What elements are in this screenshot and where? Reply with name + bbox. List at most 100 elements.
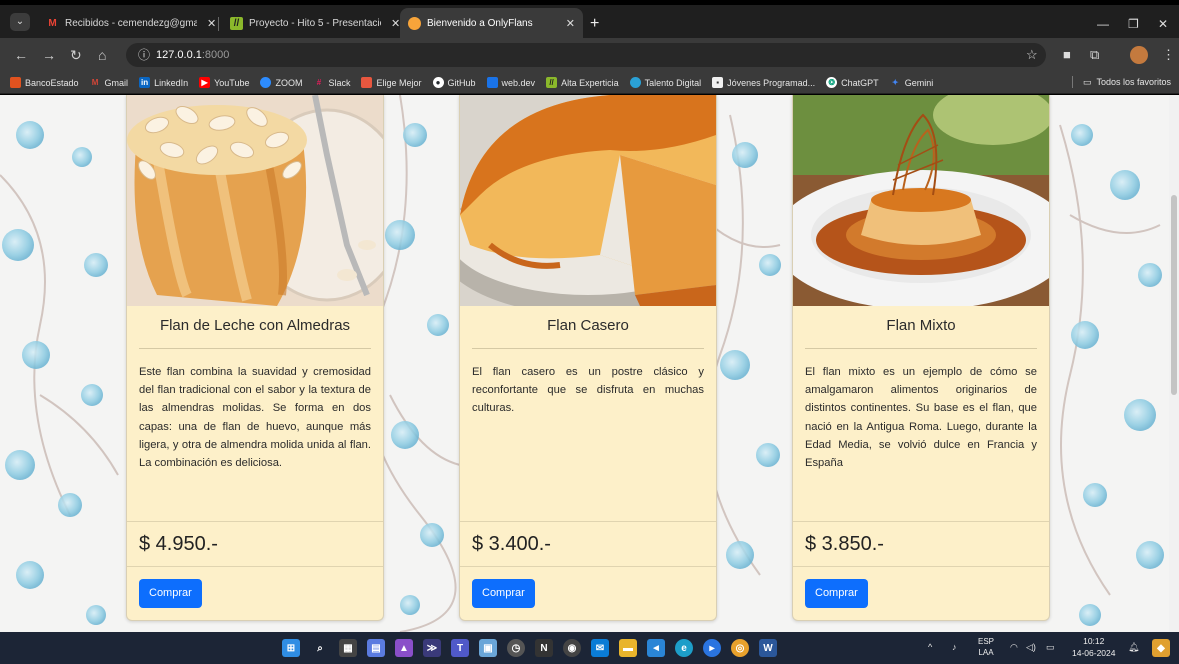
bookmark-slack[interactable]: # Slack	[313, 77, 351, 88]
product-card: Flan Casero El flan casero es un postre …	[459, 95, 717, 621]
zoom-app-icon[interactable]: ▸	[703, 639, 721, 657]
teams-icon[interactable]: T	[451, 639, 469, 657]
bookmark-bancoestado[interactable]: BancoEstado	[10, 77, 79, 88]
product-price: $ 3.400.-	[472, 533, 551, 555]
bookmark-github[interactable]: ● GitHub	[432, 77, 476, 88]
all-favorites-label: Todos los favoritos	[1096, 77, 1171, 87]
mixed-flan-photo	[793, 95, 1049, 306]
notification-bell-icon[interactable]: 🔔︎	[1128, 642, 1139, 653]
buy-button[interactable]: Comprar	[139, 579, 202, 608]
bookmark-label: Talento Digital	[644, 77, 702, 88]
terminal-icon[interactable]: ≫	[423, 639, 441, 657]
bookmark-gmail[interactable]: M Gmail	[90, 77, 129, 88]
windows-start-icon[interactable]: ⊞	[282, 639, 300, 657]
url-host: 127.0.0.1	[156, 49, 202, 61]
divider	[793, 521, 1049, 522]
homemade-flan-photo	[460, 95, 716, 306]
bookmark-label: YouTube	[214, 77, 250, 88]
notion-icon[interactable]: N	[535, 639, 553, 657]
tab-presentation[interactable]: // Proyecto - Hito 5 - Presentación ✕	[222, 8, 408, 38]
buy-button[interactable]: Comprar	[472, 579, 535, 608]
bookmark-label: Alta Experticia	[561, 77, 619, 88]
url-field[interactable]: ⓘ 127.0.0.1:8000	[126, 43, 1046, 67]
back-arrow-icon[interactable]: ←	[14, 47, 28, 63]
app-icon[interactable]: ▲	[395, 639, 413, 657]
bookmark-star-icon[interactable]: ☆	[1026, 47, 1038, 63]
clock-app-icon[interactable]: ◷	[507, 639, 525, 657]
language-indicator[interactable]: ESP LAA	[978, 636, 994, 658]
bookmark-label: ChatGPT	[841, 77, 879, 88]
clock-time: 10:12	[1083, 636, 1105, 646]
bookmark-alta-experticia[interactable]: //Alta Experticia	[546, 77, 619, 88]
home-icon[interactable]: ⌂	[98, 47, 106, 63]
wifi-icon[interactable]: ◠	[1010, 642, 1018, 653]
url-port: :8000	[201, 49, 230, 61]
divider	[793, 566, 1049, 567]
restore-icon[interactable]: ❐	[1128, 17, 1139, 31]
avatar[interactable]	[1130, 46, 1148, 64]
microphone-icon[interactable]: ♪	[952, 642, 957, 652]
bookmark-gemini[interactable]: ✦ Gemini	[890, 77, 933, 88]
webdev-icon	[486, 77, 498, 88]
folder-icon: ▭	[1082, 76, 1092, 87]
almond-flan-photo	[127, 95, 383, 306]
chrome-icon[interactable]: ◎	[731, 639, 749, 657]
page-scrollbar[interactable]	[1169, 95, 1179, 632]
tab-search-button[interactable]: ⌄	[10, 13, 30, 31]
bookmark-jovenes[interactable]: ▪ Jóvenes Programad...	[712, 77, 815, 88]
gmail-icon: M	[91, 78, 99, 87]
title-divider	[805, 348, 1037, 349]
scrollbar-thumb[interactable]	[1171, 195, 1177, 395]
github-desktop-icon[interactable]: ◉	[563, 639, 581, 657]
all-favorites[interactable]: ▭ Todos los favoritos	[1071, 76, 1171, 88]
task-view-icon[interactable]: ▦	[339, 639, 357, 657]
product-card: Flan de Leche con Almedras Este flan com…	[126, 95, 384, 621]
close-window-icon[interactable]: ✕	[1158, 17, 1168, 31]
vscode-icon[interactable]: ◄	[647, 639, 665, 657]
address-toolbar: ← → ↻ ⌂ ⓘ 127.0.0.1:8000 ☆ ■ ⧉ ⋮	[0, 38, 1179, 72]
chevron-up-icon[interactable]: ^	[928, 642, 932, 652]
photos-icon[interactable]: ▣	[479, 639, 497, 657]
widgets-icon[interactable]: ▤	[367, 639, 385, 657]
close-icon[interactable]: ✕	[566, 17, 575, 30]
youtube-icon: ▶	[199, 77, 211, 88]
bookmarks-bar: BancoEstado M Gmail in LinkedIn ▶ YouTube Z…	[0, 72, 1179, 94]
product-price: $ 4.950.-	[139, 533, 218, 555]
word-icon[interactable]: W	[759, 639, 777, 657]
keyboard-layout: LAA	[978, 648, 994, 657]
forward-arrow-icon[interactable]: →	[42, 47, 56, 63]
extension-icon[interactable]: ■	[1063, 47, 1071, 62]
tab-onlyflans[interactable]: Bienvenido a OnlyFlans ✕	[400, 8, 583, 38]
clock[interactable]: 10:12 14-06-2024	[1072, 635, 1115, 659]
more-menu-icon[interactable]: ⋮	[1162, 47, 1175, 63]
mail-icon[interactable]: ✉	[591, 639, 609, 657]
bancoestado-icon	[10, 77, 21, 88]
file-explorer-icon[interactable]: ▬	[619, 639, 637, 657]
close-icon[interactable]: ✕	[207, 17, 216, 30]
slack-icon: #	[316, 78, 322, 87]
bookmark-webdev[interactable]: web.dev	[486, 77, 536, 88]
bookmark-zoom[interactable]: ZOOM	[260, 77, 302, 88]
copilot-icon[interactable]: ◆	[1152, 639, 1170, 657]
bookmark-label: Jóvenes Programad...	[727, 77, 816, 88]
bookmark-elige-mejor[interactable]: Elige Mejor	[361, 77, 422, 88]
volume-icon[interactable]: ◁)	[1026, 642, 1036, 653]
bookmark-youtube[interactable]: ▶ YouTube	[199, 77, 249, 88]
minimize-icon[interactable]: —	[1097, 17, 1109, 31]
bookmark-label: Slack	[328, 77, 351, 88]
reload-icon[interactable]: ↻	[70, 47, 82, 63]
bookmark-linkedin[interactable]: in LinkedIn	[139, 77, 188, 88]
close-icon[interactable]: ✕	[391, 17, 400, 30]
bookmark-chatgpt[interactable]: ❂ ChatGPT	[826, 77, 879, 88]
site-info-icon[interactable]: ⓘ	[138, 43, 150, 67]
edge-icon[interactable]: e	[675, 639, 693, 657]
battery-icon[interactable]: ▭	[1046, 642, 1055, 653]
puzzle-icon[interactable]: ⧉	[1090, 47, 1099, 63]
buy-button[interactable]: Comprar	[805, 579, 868, 608]
bookmark-label: Gmail	[104, 77, 129, 88]
bookmark-label: web.dev	[501, 77, 536, 88]
search-icon[interactable]: ⌕	[311, 639, 329, 657]
new-tab-button[interactable]: +	[590, 16, 599, 32]
bookmark-talento-digital[interactable]: Talento Digital	[629, 77, 702, 88]
tab-gmail[interactable]: M Recibidos - cemendezg@gmail ✕	[38, 8, 224, 38]
